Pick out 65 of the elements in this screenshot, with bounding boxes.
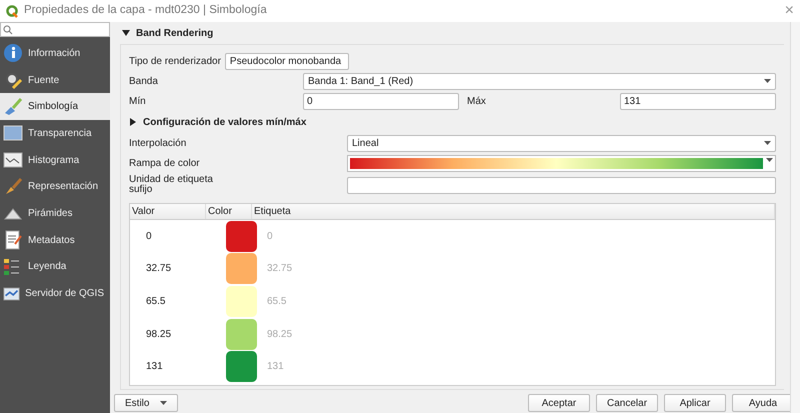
color-ramp-button[interactable] [347, 154, 776, 172]
column-header[interactable]: Color [206, 204, 252, 219]
qgis-logo-icon [6, 4, 19, 18]
expand-arrow-icon[interactable] [129, 118, 137, 126]
dialog-button[interactable]: Aplicar [664, 394, 726, 412]
color-swatch[interactable] [226, 220, 257, 252]
search-icon [3, 24, 13, 34]
table-cell-text: 32.75 [146, 262, 172, 276]
sidebar-item[interactable]: Transparencia [0, 120, 110, 147]
dialog-button[interactable]: Aceptar [528, 394, 590, 412]
color-swatch[interactable] [226, 351, 257, 382]
sidebar-item[interactable]: Servidor de QGIS [0, 280, 110, 307]
chart-icon [3, 150, 23, 170]
color-swatch[interactable] [226, 286, 257, 317]
field-label: Interpolación [129, 136, 188, 150]
sidebar-item[interactable]: Información [0, 40, 110, 67]
color-swatch[interactable] [226, 253, 257, 284]
window-title: Propiedades de la capa - mdt0230 | Simbología [24, 3, 267, 18]
caret-icon [160, 401, 167, 405]
section-title: Configuración de valores mín/máx [143, 116, 306, 130]
dropdown[interactable]: Pseudocolor monobanda [224, 52, 349, 70]
caret-icon [766, 158, 773, 162]
input-field[interactable]: 0 [303, 92, 459, 110]
field-label: Banda [129, 74, 159, 88]
scrollbar[interactable] [790, 22, 800, 413]
search-field[interactable] [0, 22, 110, 37]
column-header[interactable]: Etiqueta [252, 204, 775, 219]
color-swatch[interactable] [226, 318, 257, 350]
sidebar-item[interactable]: Histograma [0, 146, 110, 174]
sidebar-item[interactable]: Leyenda [0, 254, 110, 280]
field-label: Rampa de color [129, 156, 201, 170]
document-icon [3, 230, 23, 250]
caret-icon [764, 79, 771, 83]
image-icon [3, 123, 23, 144]
table-cell-text: 0 [267, 230, 273, 244]
field-label: Máx [467, 94, 487, 108]
section-title: Band Rendering [136, 26, 214, 40]
table-cell-text: 131 [146, 360, 164, 374]
table-cell-text: 98.25 [146, 328, 172, 342]
collapse-arrow-icon[interactable] [122, 29, 130, 37]
table-cell-text: 131 [267, 360, 284, 374]
field-label: Mín [129, 94, 147, 108]
info-icon [3, 43, 23, 64]
sidebar-item[interactable]: Fuente [0, 66, 110, 94]
dialog-button[interactable]: Cancelar [596, 394, 658, 412]
style-button[interactable]: Estilo [114, 394, 178, 412]
table-cell-text: 65.5 [267, 294, 286, 309]
dropdown[interactable]: Lineal [347, 134, 776, 152]
sidebar-item[interactable]: Representación [0, 173, 110, 200]
table-cell-text: 32.75 [267, 262, 292, 276]
dropdown[interactable]: Banda 1: Band_1 (Red) [303, 72, 776, 90]
table-cell-text: 0 [146, 230, 153, 244]
input-field[interactable]: 131 [620, 92, 776, 110]
table-cell-text: 98.25 [267, 328, 292, 342]
sidebar-item[interactable]: Metadatos [0, 226, 110, 254]
field-label: Unidad de etiqueta sufijo [129, 174, 214, 196]
table-cell-text: 65.5 [146, 294, 166, 309]
paintbrush-icon [3, 96, 23, 117]
sidebar-item[interactable]: Simbología [0, 93, 110, 120]
input-field[interactable] [347, 176, 776, 194]
caret-icon [764, 141, 771, 145]
column-header[interactable]: Valor [130, 204, 206, 219]
sidebar-item[interactable]: Pirámides [0, 200, 110, 227]
field-label: Tipo de renderizador [129, 54, 221, 68]
brush-icon [3, 176, 23, 197]
